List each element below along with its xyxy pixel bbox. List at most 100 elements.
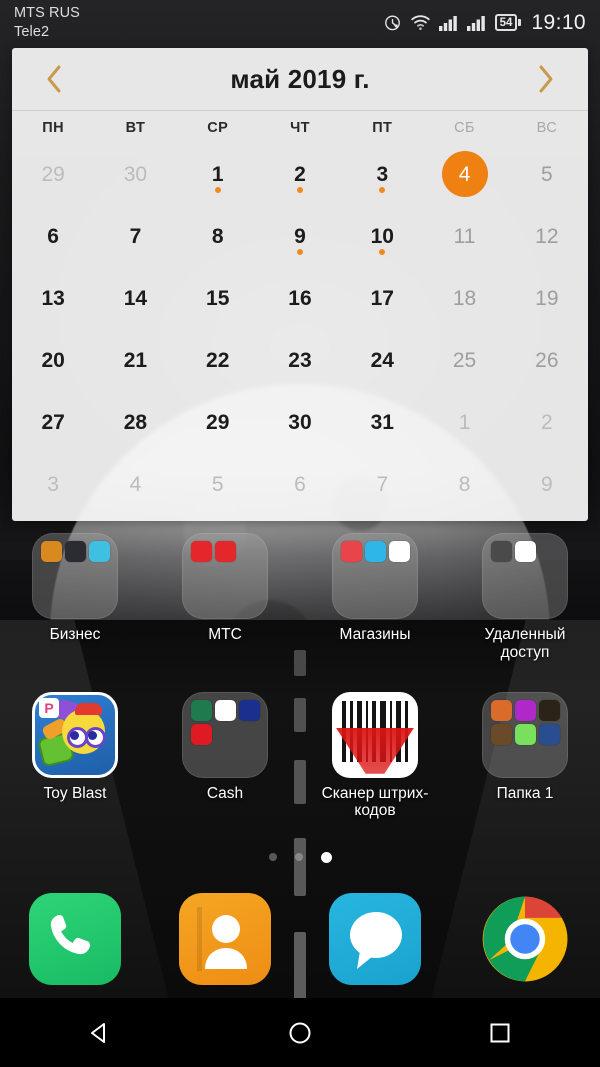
calendar-day-cell[interactable]: 25 <box>423 329 505 391</box>
folder-mini-icon <box>341 541 362 562</box>
calendar-day-number: 26 <box>535 348 559 372</box>
calendar-day-number: 17 <box>370 286 394 310</box>
dock-item-chrome[interactable] <box>479 893 571 985</box>
calendar-day-cell[interactable]: 13 <box>12 267 94 329</box>
folder-mini-icon <box>191 723 212 745</box>
calendar-day-cell[interactable]: 8 <box>177 205 259 267</box>
calendar-day-number: 12 <box>535 224 559 248</box>
calendar-day-cell[interactable]: 12 <box>506 205 588 267</box>
home-screen-grid: Бизнес МТС Магазины Удаленный доступ P Toy B… <box>0 525 600 840</box>
folder-mini-icon <box>215 541 236 562</box>
calendar-day-cell[interactable]: 9 <box>259 205 341 267</box>
app-row-1: Бизнес МТС Магазины Удаленный доступ <box>0 525 600 662</box>
folder-thumbnail <box>482 533 568 619</box>
calendar-widget[interactable]: май 2019 г. ПН ВТ СР ЧТ ПТ СБ ВС 29 30 1 2 3 4 5 6 7 8 9… <box>12 48 588 521</box>
calendar-day-cell[interactable]: 17 <box>341 267 423 329</box>
calendar-day-cell[interactable]: 14 <box>94 267 176 329</box>
contacts-icon <box>197 907 247 971</box>
calendar-day-cell[interactable]: 29 <box>12 143 94 205</box>
calendar-day-cell[interactable]: 24 <box>341 329 423 391</box>
folder-mini-icon <box>65 541 86 562</box>
calendar-day-cell[interactable]: 28 <box>94 391 176 453</box>
calendar-day-number: 23 <box>288 348 312 372</box>
calendar-day-cell[interactable]: 20 <box>12 329 94 391</box>
calendar-day-cell[interactable]: 3 <box>341 143 423 205</box>
calendar-day-cell[interactable]: 1 <box>423 391 505 453</box>
calendar-day-number: 6 <box>47 224 59 248</box>
home-folder[interactable]: Магазины <box>300 525 450 662</box>
calendar-day-cell[interactable]: 7 <box>94 205 176 267</box>
page-indicator[interactable] <box>0 848 600 866</box>
folder-mini-icon <box>239 699 260 721</box>
calendar-day-cell[interactable]: 21 <box>94 329 176 391</box>
calendar-header: май 2019 г. <box>12 48 588 110</box>
calendar-day-cell[interactable]: 2 <box>506 391 588 453</box>
home-folder[interactable]: Бизнес <box>0 525 150 662</box>
dock-item-messages[interactable] <box>329 893 421 985</box>
calendar-day-cell[interactable]: 30 <box>94 143 176 205</box>
calendar-day-cell[interactable]: 5 <box>177 453 259 515</box>
recents-square-icon <box>490 1023 510 1042</box>
home-app[interactable]: P Toy Blast <box>0 684 150 821</box>
calendar-day-cell[interactable]: 9 <box>506 453 588 515</box>
home-folder[interactable]: МТС <box>150 525 300 662</box>
folder-mini-icon <box>215 699 236 721</box>
calendar-day-cell[interactable]: 2 <box>259 143 341 205</box>
calendar-day-cell[interactable]: 8 <box>423 453 505 515</box>
next-month-button[interactable] <box>526 59 566 99</box>
calendar-day-number: 14 <box>123 286 148 310</box>
calendar-day-cell[interactable]: 15 <box>177 267 259 329</box>
calendar-day-number: 4 <box>129 472 142 496</box>
app-label: Папка 1 <box>496 784 554 802</box>
calendar-day-cell[interactable]: 4 <box>94 453 176 515</box>
calendar-day-number: 29 <box>206 410 230 434</box>
calendar-day-cell[interactable]: 22 <box>177 329 259 391</box>
calendar-day-cell[interactable]: 5 <box>506 143 588 205</box>
page-dot[interactable] <box>320 851 332 863</box>
calendar-day-number: 18 <box>452 286 477 310</box>
calendar-day-cell[interactable]: 19 <box>506 267 588 329</box>
calendar-day-cell[interactable]: 30 <box>259 391 341 453</box>
app-label: Удаленный доступ <box>484 626 566 661</box>
page-dot[interactable] <box>294 853 303 861</box>
calendar-day-cell[interactable]: 11 <box>423 205 505 267</box>
calendar-day-cell[interactable]: 6 <box>12 205 94 267</box>
calendar-day-cell[interactable]: 4 <box>423 143 505 205</box>
calendar-day-cell[interactable]: 27 <box>12 391 94 453</box>
page-dot[interactable] <box>268 853 277 861</box>
calendar-day-number: 5 <box>211 472 224 496</box>
calendar-day-cell[interactable]: 26 <box>506 329 588 391</box>
dock-item-contacts[interactable] <box>179 893 271 985</box>
calendar-day-cell[interactable]: 1 <box>177 143 259 205</box>
calendar-day-cell[interactable]: 3 <box>12 453 94 515</box>
calendar-day-number: 6 <box>294 472 306 496</box>
home-folder[interactable]: Папка 1 <box>450 684 600 821</box>
nav-back-button[interactable] <box>70 1008 130 1058</box>
calendar-event-dot <box>296 187 303 193</box>
calendar-day-cell[interactable]: 7 <box>341 453 423 515</box>
nav-home-button[interactable] <box>270 1008 330 1058</box>
home-app[interactable]: Сканер штрих-кодов <box>300 684 450 821</box>
app-label: Cash <box>206 784 244 802</box>
calendar-day-cell[interactable]: 29 <box>177 391 259 453</box>
home-folder[interactable]: Удаленный доступ <box>450 525 600 662</box>
calendar-day-grid[interactable]: 29 30 1 2 3 4 5 6 7 8 9 10 11 12 13 14 15 16 17 18 19 20 21 22 2… <box>12 143 588 521</box>
status-clock: 19:10 <box>531 10 586 34</box>
calendar-day-cell[interactable]: 10 <box>341 205 423 267</box>
nav-recents-button[interactable] <box>470 1008 530 1058</box>
folder-mini-icon <box>41 541 62 562</box>
prev-month-button[interactable] <box>34 59 74 99</box>
home-folder[interactable]: Cash <box>150 684 300 821</box>
dock-item-phone[interactable] <box>29 893 121 985</box>
calendar-day-number: 11 <box>453 224 476 248</box>
calendar-day-cell[interactable]: 6 <box>259 453 341 515</box>
calendar-day-number: 31 <box>370 410 394 434</box>
calendar-day-cell[interactable]: 31 <box>341 391 423 453</box>
calendar-day-number: 30 <box>123 162 148 186</box>
dock <box>0 880 600 998</box>
calendar-day-cell[interactable]: 16 <box>259 267 341 329</box>
calendar-weekday: ПН <box>42 120 64 136</box>
calendar-day-cell[interactable]: 23 <box>259 329 341 391</box>
calendar-day-cell[interactable]: 18 <box>423 267 505 329</box>
calendar-day-number: 16 <box>288 286 312 310</box>
